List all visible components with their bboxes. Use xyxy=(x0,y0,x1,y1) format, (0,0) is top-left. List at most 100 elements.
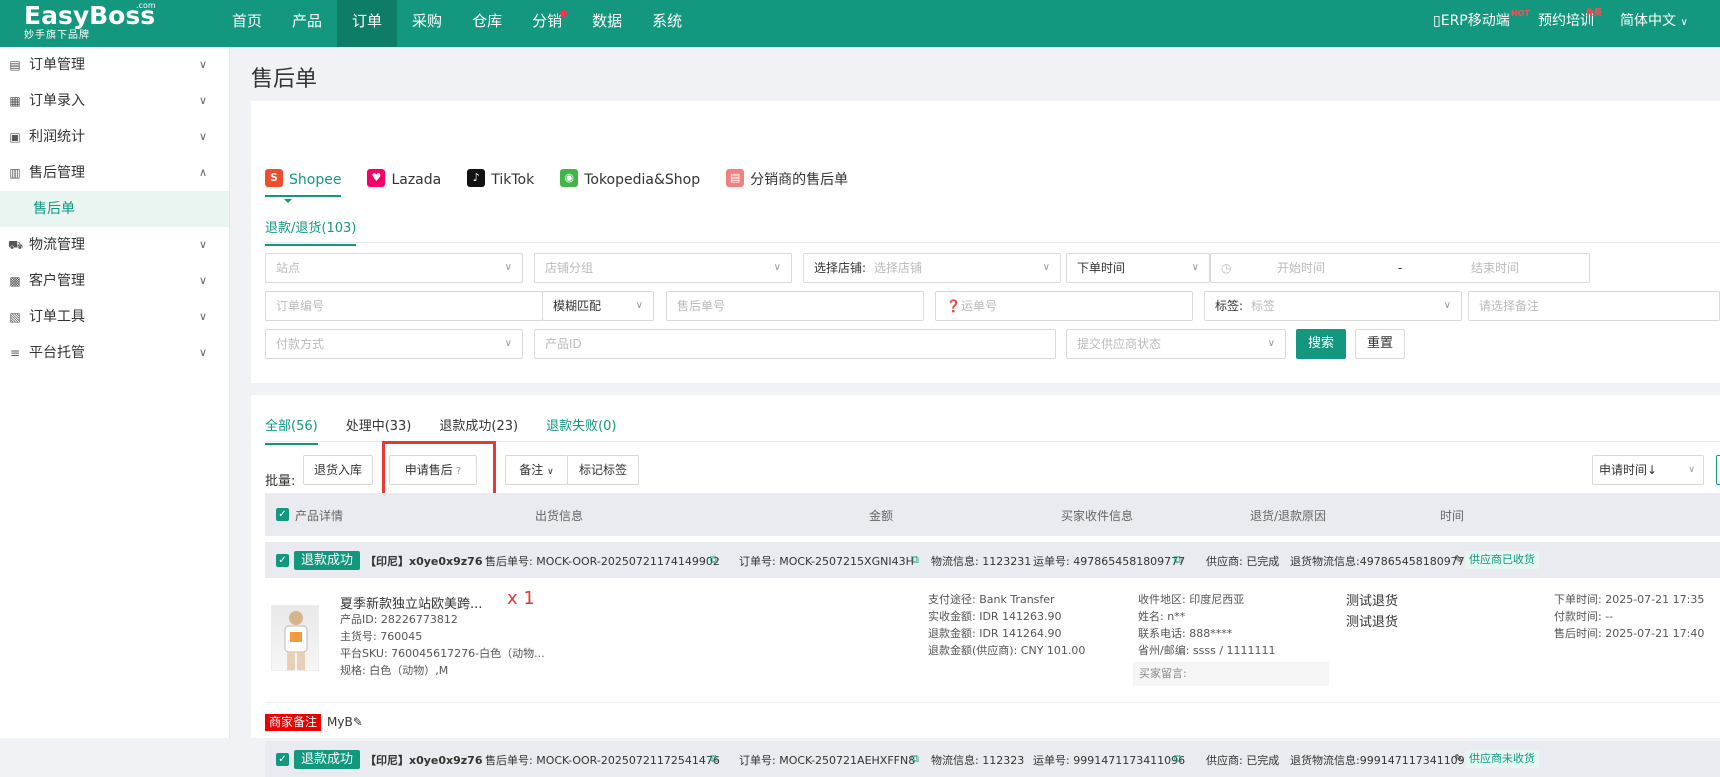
copy-icon[interactable]: ⧉ xyxy=(1174,752,1182,766)
page-title: 售后单 xyxy=(251,67,318,92)
platform-tab[interactable]: ♥ Lazada xyxy=(367,169,441,197)
chevron-down-icon: ∨ xyxy=(198,310,207,323)
order-no-input[interactable]: 订单编号 xyxy=(265,291,543,321)
clock-icon: ◷ xyxy=(1221,261,1232,275)
aftersale-no: 售后单号: MOCK-OOR-20250721172541476 xyxy=(485,754,720,767)
nav-item[interactable]: 仓库 xyxy=(457,0,517,47)
sidebar-item-label: 物流管理 xyxy=(29,237,85,253)
platform-tab[interactable]: S Shopee xyxy=(265,169,342,197)
copy-icon[interactable]: ⧉ xyxy=(911,752,919,766)
tool-icon: ▧ xyxy=(9,310,21,324)
copy-icon[interactable]: ⧉ xyxy=(710,752,718,766)
chevron-down-icon: ∨ xyxy=(198,238,207,251)
platform-tab-label: Tokopedia&Shop xyxy=(584,172,701,188)
return-reason: 测试退货 xyxy=(1346,615,1399,630)
row-checkbox[interactable]: ✓ xyxy=(276,554,289,567)
hot-badge: HOT xyxy=(1511,9,1530,18)
main-sku: 主货号: 760045 xyxy=(340,630,423,643)
nav-item[interactable]: 采购 xyxy=(397,0,457,47)
payment-select[interactable]: 付款方式 ∨ xyxy=(265,329,523,359)
brand-logo[interactable]: EasyBoss 妙手旗下品牌 .com xyxy=(24,1,156,44)
merchant-note-tag: 商家备注 xyxy=(265,714,322,731)
chevron-down-icon: ∨ xyxy=(504,262,512,273)
extra-button[interactable] xyxy=(1716,455,1720,485)
table-header: ✓ 产品详情 出货信息 金额 买家收件信息 退货/退款原因 时间 xyxy=(265,493,1720,536)
shop-select[interactable]: 选择店铺: 选择店铺 ∨ xyxy=(803,253,1061,283)
site-select[interactable]: 站点 ∨ xyxy=(265,253,523,283)
order-entry-icon: ▦ xyxy=(9,94,21,108)
sidebar-item[interactable]: ▦ 订单录入 ∨ xyxy=(0,83,229,119)
platform-tab[interactable]: ♪ TikTok xyxy=(467,169,534,197)
nav-item[interactable]: 订单 xyxy=(337,0,398,47)
nav-item[interactable]: 分销 xyxy=(517,0,577,47)
sidebar: ▤ 订单管理 ∨ ▦ 订单录入 ∨ ▣ 利润统计 ∨ ▥ 售后管理 ∧ 售后单 ⛟ 物流管理 ∨ ▩ 客户管理 ∨ ▧… xyxy=(0,47,230,738)
platform-tab-label: TikTok xyxy=(491,172,535,188)
nav-item[interactable]: 首页 xyxy=(217,0,277,47)
sidebar-item[interactable]: ▤ 订单管理 ∨ xyxy=(0,47,229,83)
select-all-checkbox[interactable]: ✓ xyxy=(276,508,289,521)
order-no: 订单号: MOCK-250721AEHXFFN8 xyxy=(739,754,916,767)
sidebar-item[interactable]: ▩ 客户管理 ∨ xyxy=(0,263,229,299)
filter-card: S Shopee ♥ Lazada ♪ TikTok ◉ Tokopedia&Shop ▤ 分销商… xyxy=(251,101,1720,383)
reset-button[interactable]: 重置 xyxy=(1355,329,1405,359)
nav-item[interactable]: 系统 xyxy=(637,0,697,47)
tag-select[interactable]: 标签: 标签 ∨ xyxy=(1204,291,1462,321)
order-no: 订单号: MOCK-2507215XGNI43H xyxy=(739,555,914,568)
sidebar-item[interactable]: ≡ 平台托管 ∨ xyxy=(0,335,229,371)
platform-tab[interactable]: ◉ Tokopedia&Shop xyxy=(560,169,700,197)
logistics-info: 物流信息: 112323 xyxy=(931,754,1025,767)
platform-logo-icon: ♥ xyxy=(367,169,386,187)
supplier-status-select[interactable]: 提交供应商状态 ∨ xyxy=(1066,329,1286,359)
date-range-picker[interactable]: ◷ 开始时间 - 结束时间 xyxy=(1210,253,1590,283)
product-id-input[interactable]: 产品ID xyxy=(534,329,1056,359)
erp-mobile-link[interactable]: ▯ERP移动端 xyxy=(1433,0,1510,47)
remark-select[interactable]: 请选择备注 xyxy=(1468,291,1720,321)
column-header: 产品详情 xyxy=(295,509,344,523)
chevron-down-icon: ∨ xyxy=(1688,465,1695,475)
sidebar-item[interactable]: 售后单 xyxy=(0,191,229,227)
platform-logo-icon: ♪ xyxy=(467,169,486,187)
column-header: 时间 xyxy=(1440,509,1465,523)
return-stock-button[interactable]: 退货入库 xyxy=(303,455,373,485)
search-button[interactable]: 搜索 xyxy=(1296,329,1346,359)
platform-tab[interactable]: ▤ 分销商的售后单 xyxy=(726,169,848,197)
buyer-name: 姓名: n** xyxy=(1138,610,1186,623)
platform-tabs: S Shopee ♥ Lazada ♪ TikTok ◉ Tokopedia&Shop ▤ 分销商… xyxy=(265,169,874,197)
sidebar-item[interactable]: ▥ 售后管理 ∧ xyxy=(0,155,229,191)
edit-icon[interactable]: ✎ xyxy=(1454,553,1463,566)
product-name[interactable]: 夏季新款独立站欧美跨... xyxy=(340,593,482,612)
sort-select[interactable]: 申请时间↓ ∨ xyxy=(1592,455,1704,485)
platform-logo-icon: ▤ xyxy=(726,169,745,187)
highlight-box xyxy=(382,441,496,497)
time-type-select[interactable]: 下单时间 ∨ xyxy=(1066,253,1210,283)
shop-group-select[interactable]: 店铺分组 ∨ xyxy=(534,253,792,283)
mark-tag-button[interactable]: 标记标签 xyxy=(567,455,639,485)
product-image[interactable] xyxy=(271,605,319,671)
sidebar-item[interactable]: ▣ 利润统计 ∨ xyxy=(0,119,229,155)
free-badge: 免费 xyxy=(1586,8,1602,17)
buyer-phone: 联系电话: 888**** xyxy=(1138,627,1233,640)
nav-item[interactable]: 产品 xyxy=(277,0,337,47)
nav-item[interactable]: 数据 xyxy=(577,0,637,47)
row-checkbox[interactable]: ✓ xyxy=(276,753,289,766)
sidebar-item-label: 客户管理 xyxy=(29,273,85,289)
copy-icon[interactable]: ⧉ xyxy=(911,553,919,567)
top-nav-bar: EasyBoss 妙手旗下品牌 .com 首页 产品 订单 采购 仓库 分销 数据 系统 ▯E… xyxy=(0,0,1720,47)
tracking-no-input[interactable]: ❓运单号 xyxy=(935,291,1193,321)
sidebar-item[interactable]: ⛟ 物流管理 ∨ xyxy=(0,227,229,263)
platform-logo-icon: ◉ xyxy=(560,169,579,187)
match-mode-select[interactable]: 模糊匹配 ∨ xyxy=(542,291,654,321)
copy-icon[interactable]: ⧉ xyxy=(1174,553,1182,567)
sidebar-item[interactable]: ▧ 订单工具 ∨ xyxy=(0,299,229,335)
product-spec: 规格: 白色（动物）,M xyxy=(340,664,449,677)
copy-icon[interactable]: ⧉ xyxy=(710,553,718,567)
chevron-down-icon: ∨ xyxy=(547,467,554,477)
aftersale-time: 售后时间: 2025-07-21 17:40 xyxy=(1554,627,1705,640)
remark-dropdown[interactable]: 备注 ∨ xyxy=(505,455,568,485)
supplier-status: 供应商: 已完成 xyxy=(1206,754,1280,767)
help-icon: ❓ xyxy=(946,299,961,313)
aftersale-no-input[interactable]: 售后单号 xyxy=(666,291,924,321)
edit-icon[interactable]: ✎ xyxy=(1454,752,1463,765)
language-select[interactable]: 简体中文 ∨ xyxy=(1620,0,1688,47)
merchant-note[interactable]: MyB✎ xyxy=(327,715,363,729)
